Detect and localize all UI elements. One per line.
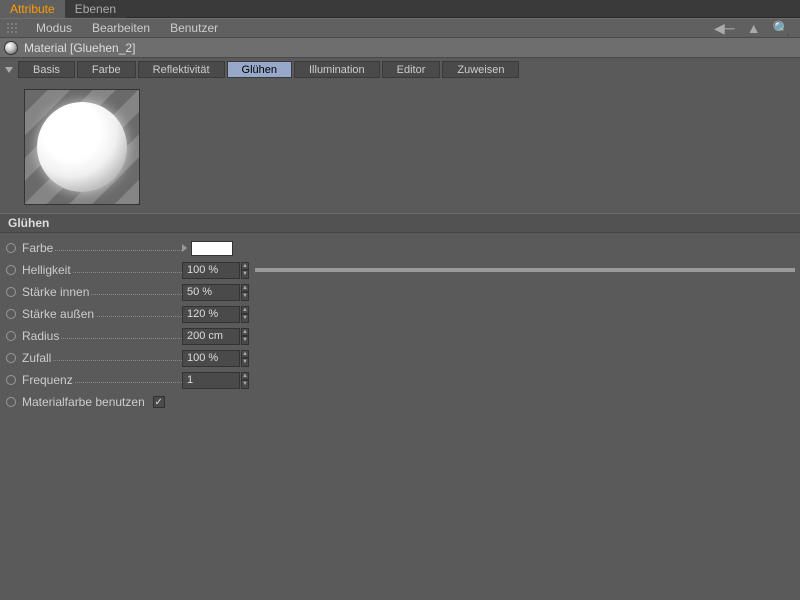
label-saussen: Stärke außen [22, 307, 96, 321]
section-header: Glühen [0, 213, 800, 233]
search-icon[interactable]: 🔍 [773, 20, 790, 37]
label-radius: Radius [22, 329, 61, 343]
stepper-saussen[interactable]: ▲▼ [241, 306, 249, 323]
material-preview[interactable] [24, 89, 140, 205]
tab-gluehen[interactable]: Glühen [227, 61, 292, 78]
stepper-frequenz[interactable]: ▲▼ [241, 372, 249, 389]
anim-toggle-frequenz[interactable] [6, 375, 16, 385]
anim-toggle-helligkeit[interactable] [6, 265, 16, 275]
label-zufall: Zufall [22, 351, 53, 365]
channel-tabs: Basis Farbe Reflektivität Glühen Illumin… [0, 58, 800, 81]
menu-bar: Modus Bearbeiten Benutzer ◀─ ▲ 🔍 [0, 18, 800, 38]
row-helligkeit: Helligkeit ▲▼ [0, 259, 800, 281]
anim-toggle-farbe[interactable] [6, 243, 16, 253]
slider-helligkeit[interactable] [255, 264, 800, 276]
collapse-icon[interactable] [5, 67, 13, 73]
label-sinnen: Stärke innen [22, 285, 91, 299]
input-zufall[interactable] [182, 350, 240, 367]
anim-toggle-radius[interactable] [6, 331, 16, 341]
input-radius[interactable] [182, 328, 240, 345]
top-tabs: Attribute Ebenen [0, 0, 800, 18]
input-frequenz[interactable] [182, 372, 240, 389]
row-radius: Radius ▲▼ [0, 325, 800, 347]
material-title: Material [Gluehen_2] [24, 41, 135, 55]
tab-illumination[interactable]: Illumination [294, 61, 380, 78]
anim-toggle-zufall[interactable] [6, 353, 16, 363]
input-helligkeit[interactable] [182, 262, 240, 279]
menu-benutzer[interactable]: Benutzer [160, 19, 228, 37]
stepper-radius[interactable]: ▲▼ [241, 328, 249, 345]
tab-basis[interactable]: Basis [18, 61, 75, 78]
row-frequenz: Frequenz ▲▼ [0, 369, 800, 391]
row-zufall: Zufall ▲▼ [0, 347, 800, 369]
stepper-helligkeit[interactable]: ▲▼ [241, 262, 249, 279]
input-sinnen[interactable] [182, 284, 240, 301]
color-swatch[interactable] [191, 241, 233, 256]
anim-toggle-sinnen[interactable] [6, 287, 16, 297]
checkbox-matfarbe[interactable]: ✓ [153, 396, 165, 408]
nav-back-icon[interactable]: ◀─ [714, 20, 735, 37]
menu-bearbeiten[interactable]: Bearbeiten [82, 19, 160, 37]
menu-modus[interactable]: Modus [26, 19, 82, 37]
label-helligkeit: Helligkeit [22, 263, 73, 277]
input-saussen[interactable] [182, 306, 240, 323]
tab-farbe[interactable]: Farbe [77, 61, 136, 78]
row-staerke-innen: Stärke innen ▲▼ [0, 281, 800, 303]
anim-toggle-matfarbe[interactable] [6, 397, 16, 407]
tab-ebenen[interactable]: Ebenen [65, 0, 126, 18]
row-materialfarbe: Materialfarbe benutzen ✓ [0, 391, 800, 413]
stepper-zufall[interactable]: ▲▼ [241, 350, 249, 367]
row-farbe: Farbe [0, 237, 800, 259]
tab-zuweisen[interactable]: Zuweisen [442, 61, 519, 78]
properties-panel: Farbe Helligkeit ▲▼ Stärke innen ▲▼ Stär… [0, 233, 800, 413]
grip-icon[interactable] [6, 22, 18, 34]
label-frequenz: Frequenz [22, 373, 75, 387]
expand-farbe-icon[interactable] [182, 244, 187, 252]
nav-up-icon[interactable]: ▲ [747, 20, 761, 36]
row-staerke-aussen: Stärke außen ▲▼ [0, 303, 800, 325]
tab-editor[interactable]: Editor [382, 61, 441, 78]
tab-reflektivitaet[interactable]: Reflektivität [138, 61, 225, 78]
label-matfarbe: Materialfarbe benutzen [22, 395, 147, 409]
stepper-sinnen[interactable]: ▲▼ [241, 284, 249, 301]
anim-toggle-saussen[interactable] [6, 309, 16, 319]
material-sphere-icon [4, 41, 18, 55]
tab-attribute[interactable]: Attribute [0, 0, 65, 18]
label-farbe: Farbe [22, 241, 55, 255]
material-title-row: Material [Gluehen_2] [0, 38, 800, 58]
